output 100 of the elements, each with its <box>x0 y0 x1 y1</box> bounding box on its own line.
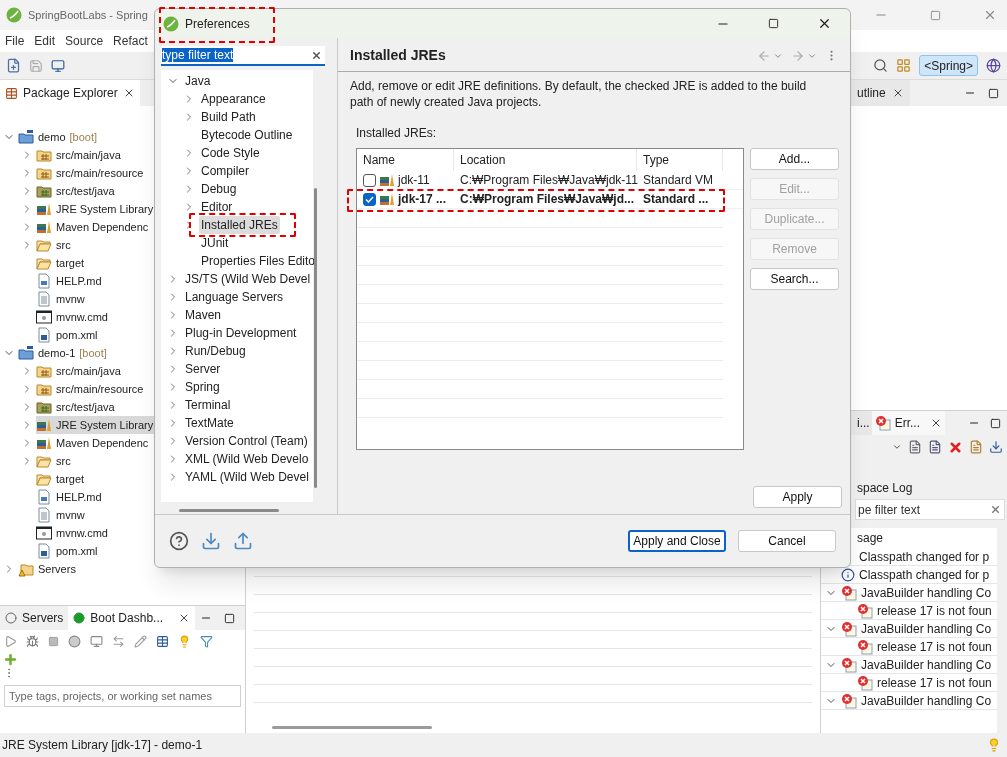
preference-item[interactable]: Properties Files Edito <box>199 252 318 270</box>
tree-item[interactable]: src/main/java <box>36 146 125 164</box>
preference-item[interactable]: Maven <box>183 306 224 324</box>
filter-field[interactable]: pe filter text <box>855 499 1005 520</box>
import-log-icon[interactable] <box>928 440 942 454</box>
button[interactable]: Cancel <box>738 530 836 552</box>
column-header[interactable]: Name <box>357 149 454 171</box>
import-icon[interactable] <box>201 531 221 551</box>
tree-item[interactable]: mvnw <box>36 290 89 308</box>
save-icon[interactable] <box>29 58 43 73</box>
tree-item[interactable]: pom.xml <box>36 326 102 344</box>
preference-item[interactable]: Java <box>183 72 213 90</box>
restore-log-icon[interactable] <box>989 440 1003 454</box>
menu-item[interactable]: Refact <box>113 32 148 50</box>
preference-item[interactable]: Spring <box>183 378 222 396</box>
preference-item[interactable]: Plug-in Development <box>183 324 299 342</box>
scrollbar-thumb[interactable] <box>272 725 432 729</box>
menu-item[interactable]: Edit <box>34 32 56 50</box>
button[interactable]: Add... <box>750 148 839 170</box>
maximize-icon[interactable] <box>990 417 1001 429</box>
menu-item[interactable]: File <box>5 32 25 50</box>
close-icon[interactable] <box>817 16 832 31</box>
preference-item[interactable]: Version Control (Team) <box>183 432 310 450</box>
tree-item[interactable]: demo-1 [boot] <box>18 344 111 362</box>
tree-item[interactable]: src <box>36 452 75 470</box>
export-log-icon[interactable] <box>908 440 922 454</box>
preference-item[interactable]: Debug <box>199 180 239 198</box>
preference-item[interactable]: Bytecode Outline <box>199 126 295 144</box>
new-file-icon[interactable] <box>6 58 21 73</box>
console-icon[interactable] <box>90 634 103 648</box>
clear-icon[interactable] <box>311 49 322 61</box>
filter-icon[interactable] <box>200 634 213 648</box>
clear-icon[interactable] <box>990 504 1001 515</box>
column-header[interactable]: Type <box>637 149 723 171</box>
monitor-icon[interactable] <box>51 58 65 73</box>
stop-icon[interactable] <box>48 635 59 647</box>
dropdown-icon[interactable] <box>892 442 902 452</box>
tree-item[interactable]: target <box>36 254 89 272</box>
help-icon[interactable] <box>169 531 189 551</box>
menu-item[interactable]: Source <box>65 32 104 50</box>
lightbulb-icon[interactable] <box>178 634 191 648</box>
refresh-icon[interactable] <box>112 634 125 648</box>
tree-item[interactable]: src/test/java <box>36 182 119 200</box>
back-icon[interactable] <box>757 48 771 63</box>
preference-item[interactable]: Appearance <box>199 90 268 108</box>
view-tab[interactable]: Err... <box>871 411 945 435</box>
preference-item[interactable]: Compiler <box>199 162 251 180</box>
tree-item[interactable]: Maven Dependenc <box>36 218 153 236</box>
button[interactable]: Apply <box>753 486 842 508</box>
preference-item[interactable]: Run/Debug <box>183 342 248 360</box>
close-icon[interactable] <box>930 417 942 429</box>
tree-item[interactable]: Maven Dependenc <box>36 434 153 452</box>
button[interactable]: Apply and Close <box>628 530 726 552</box>
filter-field[interactable]: Type tags, projects, or working set names <box>4 685 241 707</box>
add-icon[interactable] <box>3 652 18 667</box>
debug-icon[interactable] <box>26 634 39 648</box>
table-icon[interactable] <box>156 634 169 648</box>
tree-item[interactable]: src <box>36 236 75 254</box>
preference-item[interactable]: JUnit <box>199 234 231 252</box>
checkbox[interactable] <box>363 192 376 206</box>
lightbulb-icon[interactable] <box>987 738 1001 752</box>
filter-field[interactable]: type filter text <box>161 46 325 66</box>
preference-item[interactable]: YAML (Wild Web Devel <box>183 468 311 486</box>
scrollbar-thumb[interactable] <box>314 188 317 488</box>
tree-item[interactable]: src/main/java <box>36 362 125 380</box>
tree-item[interactable]: JRE System Library <box>36 200 158 218</box>
tree-item[interactable]: mvnw <box>36 506 89 524</box>
forward-icon[interactable] <box>791 48 805 63</box>
checkbox[interactable] <box>363 173 376 187</box>
start-icon[interactable] <box>4 634 17 648</box>
preference-item[interactable]: TextMate <box>183 414 236 432</box>
preference-item[interactable]: Editor <box>199 198 235 216</box>
preference-item[interactable]: Installed JREs <box>199 216 280 234</box>
preference-item[interactable]: XML (Wild Web Develo <box>183 450 311 468</box>
tree-item[interactable]: pom.xml <box>36 542 102 560</box>
button[interactable]: Search... <box>750 268 839 290</box>
preference-item[interactable]: JS/TS (Wild Web Devel <box>183 270 313 288</box>
view-tab[interactable]: Package Explorer <box>0 80 140 106</box>
perspective-button[interactable]: <Spring> <box>919 55 978 76</box>
column-header[interactable]: Location <box>454 149 637 171</box>
preference-item[interactable]: Terminal <box>183 396 233 414</box>
edit-icon[interactable] <box>134 634 147 648</box>
open-log-icon[interactable] <box>969 440 983 454</box>
tree-item[interactable]: src/main/resource <box>36 164 148 182</box>
perspective-icon[interactable] <box>896 58 912 73</box>
tree-item[interactable]: mvnw.cmd <box>36 308 112 326</box>
tree-item[interactable]: target <box>36 470 89 488</box>
delete-log-icon[interactable] <box>948 439 963 455</box>
tree-item[interactable]: HELP.md <box>36 488 106 506</box>
maximize-icon[interactable] <box>768 18 779 29</box>
preference-item[interactable]: Language Servers <box>183 288 286 306</box>
tree-item[interactable]: HELP.md <box>36 272 106 290</box>
tree-item[interactable]: demo [boot] <box>18 128 102 146</box>
tree-item[interactable]: src/test/java <box>36 398 119 416</box>
maximize-icon[interactable] <box>224 612 235 624</box>
view-tab[interactable]: Boot Dashb... <box>68 606 196 630</box>
maximize-icon[interactable] <box>988 87 999 99</box>
preference-item[interactable]: Server <box>183 360 223 378</box>
tree-item[interactable]: mvnw.cmd <box>36 524 112 542</box>
preference-item[interactable]: Code Style <box>199 144 262 162</box>
